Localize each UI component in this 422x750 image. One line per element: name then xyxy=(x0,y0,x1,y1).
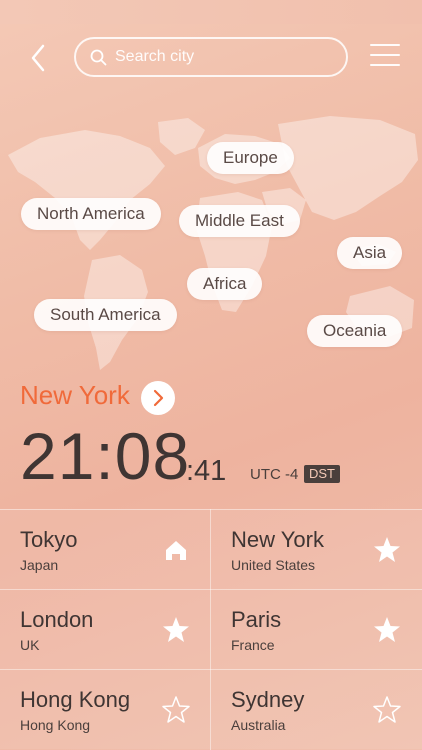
region-europe[interactable]: Europe xyxy=(207,142,294,174)
city-name: Tokyo xyxy=(20,527,78,552)
time-seconds: :41 xyxy=(186,455,227,487)
star-filled-icon[interactable] xyxy=(372,615,402,645)
utc-offset: UTC -4 xyxy=(250,466,299,483)
city-cell-london[interactable]: London UK xyxy=(0,589,211,669)
city-country: France xyxy=(231,637,275,653)
region-oceania[interactable]: Oceania xyxy=(307,315,403,347)
status-bar xyxy=(0,0,422,24)
current-time: 21:08 :41 xyxy=(20,418,226,498)
search-input[interactable] xyxy=(115,48,335,66)
chevron-left-icon xyxy=(31,44,45,72)
city-name: Sydney xyxy=(231,687,305,712)
star-filled-icon[interactable] xyxy=(372,535,402,565)
city-detail-button[interactable] xyxy=(141,381,175,415)
chevron-right-icon xyxy=(153,389,164,407)
back-button[interactable] xyxy=(24,42,52,74)
city-country: Japan xyxy=(20,557,59,573)
world-map: Europe North America Middle East Asia Af… xyxy=(0,100,422,380)
menu-line xyxy=(370,44,400,46)
region-asia[interactable]: Asia xyxy=(337,237,403,269)
region-middle-east[interactable]: Middle East xyxy=(179,205,300,237)
menu-line xyxy=(370,54,400,56)
time-hours-minutes: 21:08 xyxy=(20,419,191,493)
star-outline-icon[interactable] xyxy=(372,695,402,725)
city-cell-tokyo[interactable]: Tokyo Japan xyxy=(0,509,211,589)
search-field[interactable] xyxy=(74,37,348,77)
city-country: UK xyxy=(20,637,40,653)
region-north-america[interactable]: North America xyxy=(21,198,161,230)
city-country: Australia xyxy=(231,717,286,733)
menu-button[interactable] xyxy=(370,44,400,70)
city-name: London xyxy=(20,607,94,632)
home-icon[interactable] xyxy=(161,535,191,565)
current-city-name[interactable]: New York xyxy=(20,380,130,411)
search-icon xyxy=(90,49,107,65)
city-name: Hong Kong xyxy=(20,687,131,712)
menu-line xyxy=(370,64,400,66)
header xyxy=(0,24,422,88)
star-filled-icon[interactable] xyxy=(161,615,191,645)
region-south-america[interactable]: South America xyxy=(34,299,177,331)
city-country: Hong Kong xyxy=(20,717,91,733)
dst-badge: DST xyxy=(304,465,340,483)
region-africa[interactable]: Africa xyxy=(187,268,263,300)
city-cell-paris[interactable]: Paris France xyxy=(211,589,422,669)
city-name: Paris xyxy=(231,607,282,632)
star-outline-icon[interactable] xyxy=(161,695,191,725)
city-name: New York xyxy=(231,527,324,552)
city-cell-hong-kong[interactable]: Hong Kong Hong Kong xyxy=(0,669,211,749)
city-cell-new-york[interactable]: New York United States xyxy=(211,509,422,589)
city-cell-sydney[interactable]: Sydney Australia xyxy=(211,669,422,749)
city-country: United States xyxy=(231,557,316,573)
